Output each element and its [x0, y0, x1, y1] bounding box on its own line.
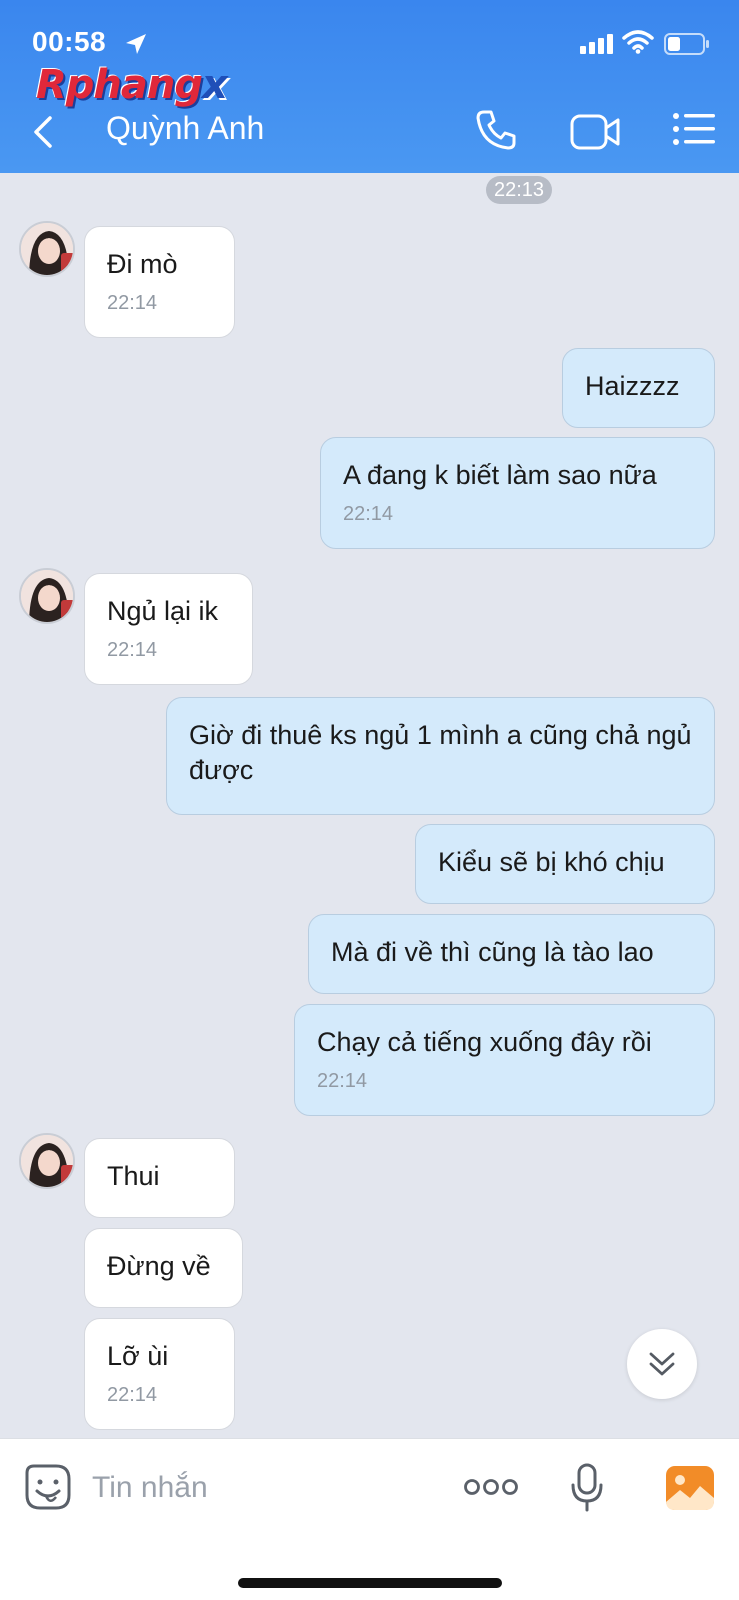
message-bubble-outgoing[interactable]: Chạy cả tiếng xuống đây rồi 22:14 [294, 1004, 715, 1116]
message-text: Đừng về [107, 1251, 211, 1281]
message-text: Thui [107, 1161, 160, 1191]
watermark-text-x: x [202, 62, 228, 108]
chevron-left-icon[interactable] [28, 112, 56, 152]
contact-name[interactable]: Quỳnh Anh [106, 110, 264, 147]
more-dots-icon[interactable] [464, 1477, 518, 1497]
message-bubble-incoming[interactable]: Đừng về [84, 1228, 243, 1308]
message-input[interactable] [92, 1465, 392, 1511]
message-time: 22:14 [107, 1384, 158, 1406]
message-bubble-incoming[interactable]: Lỡ ùi 22:14 [84, 1318, 235, 1430]
list-menu-icon[interactable] [673, 112, 715, 146]
message-time: 22:14 [107, 292, 158, 314]
message-time: 22:14 [317, 1070, 368, 1092]
message-time: 22:14 [343, 503, 394, 525]
message-text: Đi mò [107, 249, 178, 279]
message-text: Chạy cả tiếng xuống đây rồi [317, 1027, 652, 1057]
message-text: Ngủ lại ik [107, 596, 219, 626]
message-text: Giờ đi thuê ks ngủ 1 mình a cũng chả ngủ… [189, 720, 692, 785]
message-list[interactable]: 22:13 Đi mò 22:14 Haizzzz A đang k biết … [0, 173, 739, 1438]
avatar[interactable] [19, 1133, 75, 1189]
microphone-icon[interactable] [570, 1463, 604, 1513]
watermark-text: Rphang [36, 62, 203, 108]
message-bubble-outgoing[interactable]: A đang k biết làm sao nữa 22:14 [320, 437, 715, 549]
location-arrow-icon [126, 34, 146, 54]
message-bubble-outgoing[interactable]: Mà đi về thì cũng là tào lao [308, 914, 715, 994]
watermark-logo: Rphangx [36, 62, 228, 108]
phone-icon[interactable] [474, 108, 518, 152]
avatar-photo [21, 1135, 73, 1187]
image-gallery-icon[interactable] [666, 1466, 714, 1510]
chat-header: 00:58 Rphangx Quỳnh Anh [0, 0, 739, 173]
avatar[interactable] [19, 568, 75, 624]
home-indicator [238, 1578, 502, 1588]
avatar-photo [21, 223, 73, 275]
message-bubble-outgoing[interactable]: Kiểu sẽ bị khó chịu [415, 824, 715, 904]
scroll-to-bottom-button[interactable] [627, 1329, 697, 1399]
avatar-photo [21, 570, 73, 622]
wifi-icon [622, 30, 654, 54]
message-bubble-outgoing[interactable]: Giờ đi thuê ks ngủ 1 mình a cũng chả ngủ… [166, 697, 715, 815]
sticker-emoji-icon[interactable] [24, 1463, 72, 1511]
cellular-signal-icon [580, 34, 613, 54]
message-text: Kiểu sẽ bị khó chịu [438, 847, 665, 877]
message-bubble-outgoing[interactable]: Haizzzz [562, 348, 715, 428]
message-text: Lỡ ùi [107, 1341, 169, 1371]
message-bubble-incoming[interactable]: Ngủ lại ik 22:14 [84, 573, 253, 685]
message-text: Haizzzz [585, 371, 680, 401]
double-chevron-down-icon [649, 1352, 675, 1376]
message-time: 22:14 [107, 639, 158, 661]
time-divider: 22:13 [486, 176, 553, 204]
video-camera-icon[interactable] [570, 112, 622, 152]
battery-icon [664, 33, 709, 55]
message-bubble-incoming[interactable]: Đi mò 22:14 [84, 226, 235, 338]
avatar[interactable] [19, 221, 75, 277]
message-composer [0, 1438, 739, 1600]
message-text: Mà đi về thì cũng là tào lao [331, 937, 654, 967]
message-bubble-incoming[interactable]: Thui [84, 1138, 235, 1218]
message-text: A đang k biết làm sao nữa [343, 460, 657, 490]
status-time: 00:58 [32, 26, 107, 57]
